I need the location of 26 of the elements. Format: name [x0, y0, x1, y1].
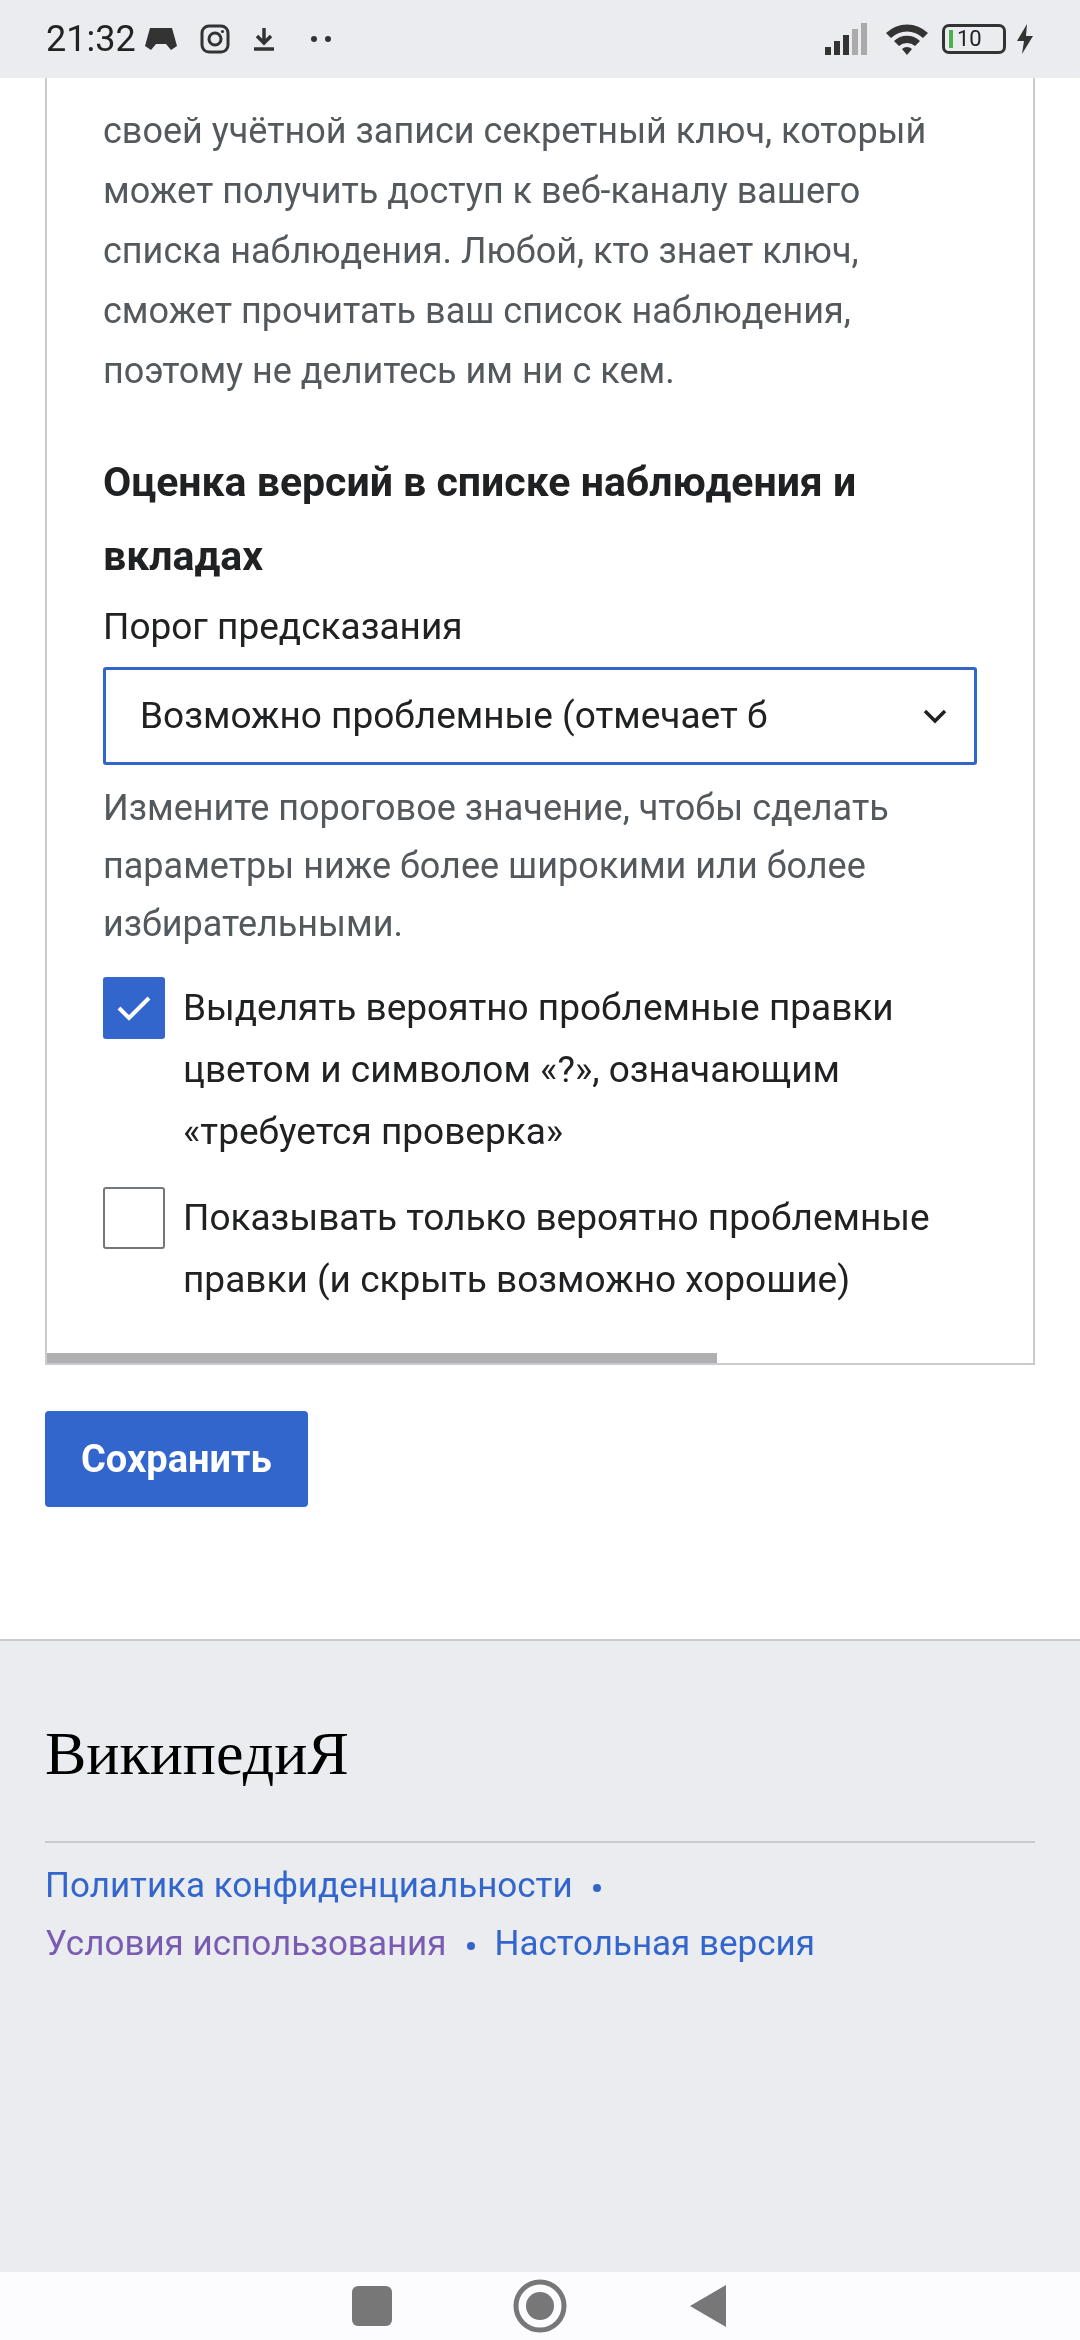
threshold-dropdown[interactable]: Возможно проблемные (отмечает б — [103, 667, 977, 765]
charging-icon — [1016, 24, 1034, 54]
section-heading: Оценка версий в списке наблюдения и вкладах — [103, 457, 858, 582]
footer-link[interactable]: Условия использования — [45, 1923, 447, 1964]
checkbox[interactable] — [103, 1187, 165, 1249]
wikipedia-logo: ВикипедиЯ — [45, 1718, 350, 1789]
field-label: Порог предсказания — [103, 604, 464, 650]
footer-link[interactable]: Политика конфиденциальности — [45, 1865, 573, 1906]
camera-app-icon — [199, 24, 230, 54]
checkmark-icon — [116, 994, 152, 1022]
horizontal-scrollbar[interactable] — [47, 1353, 717, 1363]
home-button[interactable] — [512, 2278, 568, 2334]
description-paragraph: своей учётной записи секретный ключ, который может получить доступ к веб-каналу вашего списка наблюдения. Любой, кто знает ключ, сможет прочитать ваш список наблюдения, поэтому не делитесь им ни с кем. — [103, 109, 928, 394]
chevron-down-icon — [922, 708, 948, 724]
save-button[interactable]: Сохранить — [45, 1411, 308, 1507]
checkbox[interactable] — [103, 977, 165, 1039]
signal-icon — [824, 23, 870, 55]
help-text: Измените пороговое значение, чтобы сделать параметры ниже более широкими или более избирательными. — [103, 786, 890, 947]
back-button[interactable] — [688, 2283, 728, 2329]
checkbox-label: Выделять вероятно проблемные правки цветом и символом «?», означающим «требуется проверка» — [183, 985, 895, 1155]
footer-link[interactable]: Настольная версия — [494, 1923, 815, 1964]
more-dots-icon — [309, 35, 332, 43]
battery-level: 10 — [957, 28, 982, 50]
checkbox-label: Показывать только вероятно проблемные правки (и скрыть возможно хорошие) — [183, 1195, 931, 1303]
wifi-icon — [884, 22, 930, 56]
status-time: 21:32 — [46, 17, 136, 62]
